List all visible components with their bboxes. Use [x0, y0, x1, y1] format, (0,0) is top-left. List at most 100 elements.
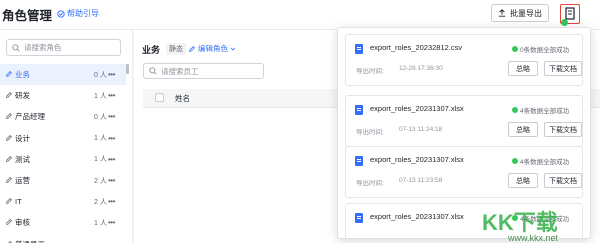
edit-role-label: 编辑角色 — [198, 44, 228, 53]
upload-icon — [498, 9, 506, 17]
download-document-button[interactable]: 下载文档 — [544, 122, 582, 137]
export-time-label: 导出时间: — [356, 68, 384, 75]
role-member-count: 0 人 — [94, 71, 107, 79]
success-icon — [512, 107, 518, 113]
member-search-input[interactable]: 请搜索员工 — [143, 63, 264, 79]
search-icon — [149, 67, 157, 75]
sidebar-item-role[interactable]: 产品经理 0 人 ••• — [0, 106, 126, 127]
help-guide-icon — [57, 9, 65, 18]
role-member-count: 2 人 — [94, 198, 107, 206]
role-name: 设计 — [15, 133, 30, 143]
export-time-label: 导出时间: — [356, 129, 384, 136]
role-pen-icon — [6, 71, 12, 77]
sidebar-item-role[interactable]: 业务 0 人 ••• — [0, 64, 126, 86]
chevron-down-icon — [230, 47, 236, 50]
sidebar-item-role[interactable]: 审核 1 人 ••• — [0, 212, 126, 233]
task-status-dot — [561, 19, 568, 26]
role-name: IT — [15, 197, 22, 207]
export-task-card: export_roles_20231307.xlsx 4条数据全部成功导出时间: 0… — [345, 95, 583, 147]
role-member-count: 1 人 — [94, 156, 107, 164]
download-document-button[interactable]: 下载文档 — [544, 61, 582, 76]
role-pen-icon — [6, 113, 12, 120]
document-icon — [355, 44, 363, 54]
role-pen-icon — [7, 240, 12, 243]
role-name: 研发 — [15, 91, 30, 101]
export-file-name: export_roles_20231307.xlsx — [370, 104, 464, 113]
more-options-icon[interactable]: ••• — [108, 70, 115, 79]
edit-icon — [189, 45, 195, 52]
role-name: 业务 — [15, 70, 30, 80]
more-options-icon[interactable]: ••• — [108, 112, 115, 121]
sidebar-item-role[interactable]: 研发 1 人 ••• — [0, 85, 126, 106]
export-time-value: 12-28 17:36:30 — [399, 65, 443, 72]
more-options-icon[interactable]: ••• — [108, 91, 115, 100]
export-time-label: 导出时间: — [356, 180, 384, 187]
more-options-icon[interactable]: ••• — [108, 176, 115, 185]
sidebar-item-role[interactable]: 测试 1 人 ••• — [0, 149, 126, 170]
export-file-name: export_roles_20231307.xlsx — [370, 212, 464, 221]
role-search-placeholder: 请搜索角色 — [24, 43, 62, 52]
select-all-checkbox[interactable] — [155, 93, 164, 102]
watermark-url: www.kkx.net — [507, 233, 559, 243]
export-status-text: 4条数据全部成功 — [520, 108, 570, 115]
more-options-icon[interactable]: ••• — [108, 197, 115, 206]
export-status: 4条数据全部成功 — [512, 105, 569, 115]
member-search-placeholder: 请搜索员工 — [161, 66, 199, 76]
role-member-count: 1 人 — [94, 92, 107, 100]
column-name: 姓名 — [175, 94, 190, 103]
watermark-text: KK下载 — [482, 210, 558, 235]
document-icon — [355, 213, 363, 223]
role-name: 审核 — [15, 218, 30, 228]
success-icon — [512, 158, 518, 164]
document-icon — [355, 156, 363, 166]
export-task-card: export_roles_20232812.csv 0条数据全部成功导出时间: 12… — [345, 34, 583, 86]
export-status: 4条数据全部成功 — [512, 156, 569, 166]
export-time-value: 07-13 11:23:58 — [399, 177, 443, 184]
sidebar-item-role[interactable]: 运营 2 人 ••• — [0, 170, 126, 191]
summary-button[interactable]: 总略 — [508, 61, 538, 76]
role-member-count: 2 人 — [94, 177, 107, 185]
help-guide-link[interactable]: 帮助引导 — [57, 8, 99, 19]
role-name: 普通员工 — [15, 239, 45, 243]
more-options-icon[interactable]: ••• — [108, 155, 115, 164]
batch-export-label: 批量导出 — [510, 8, 542, 18]
role-member-count: 1 人 — [94, 219, 107, 227]
success-icon — [512, 46, 518, 52]
summary-button[interactable]: 总略 — [508, 173, 538, 188]
role-type-tag: 静态 — [166, 43, 186, 55]
role-pen-icon — [6, 92, 12, 98]
export-file-name: export_roles_20231307.xlsx — [370, 155, 464, 164]
export-status-text: 4条数据全部成功 — [520, 159, 570, 166]
top-bar: 角色管理 帮助引导 批量导出 — [0, 0, 600, 30]
sidebar-item-role[interactable]: 设计 1 人 ••• — [0, 128, 126, 149]
edit-role-link[interactable]: 编辑角色 — [188, 43, 236, 54]
role-member-count: 0 人 — [94, 113, 107, 121]
role-title: 业务 — [142, 45, 161, 55]
summary-button[interactable]: 总略 — [508, 122, 538, 137]
role-sidebar: 请搜索角色 业务 0 人 ••• 研发 1 人 ••• 产品经理 0 人 ••• 设计 1 人 •••… — [0, 30, 133, 243]
role-name: 产品经理 — [15, 112, 45, 122]
sidebar-scrollbar[interactable] — [126, 64, 129, 74]
sidebar-item-role[interactable]: 普通员工 — [0, 234, 126, 243]
role-pen-icon — [6, 198, 12, 204]
kk-download-watermark: KK下载 www.kkx.net — [482, 210, 559, 243]
download-document-button[interactable]: 下载文档 — [544, 173, 582, 188]
export-status: 0条数据全部成功 — [512, 44, 569, 54]
export-file-name: export_roles_20232812.csv — [370, 43, 463, 52]
export-time-value: 07-13 11:24:18 — [399, 126, 443, 133]
role-pen-icon — [6, 219, 12, 226]
role-pen-icon — [6, 176, 12, 183]
role-name: 测试 — [15, 154, 30, 164]
sidebar-item-role[interactable]: IT 2 人 ••• — [0, 191, 126, 212]
more-options-icon[interactable]: ••• — [108, 218, 115, 227]
role-list: 业务 0 人 ••• 研发 1 人 ••• 产品经理 0 人 ••• 设计 1 人 ••• 测试 1 人 •… — [0, 64, 126, 243]
batch-export-button[interactable]: 批量导出 — [491, 4, 549, 22]
role-search-input[interactable]: 请搜索角色 — [6, 39, 121, 56]
export-status-text: 0条数据全部成功 — [520, 47, 570, 54]
role-member-count: 1 人 — [94, 135, 107, 143]
role-name: 运营 — [15, 176, 30, 186]
export-task-card: export_roles_20231307.xlsx 4条数据全部成功导出时间: 0… — [345, 146, 583, 198]
page-title: 角色管理 — [2, 9, 53, 23]
document-icon — [355, 105, 363, 115]
more-options-icon[interactable]: ••• — [108, 134, 115, 143]
